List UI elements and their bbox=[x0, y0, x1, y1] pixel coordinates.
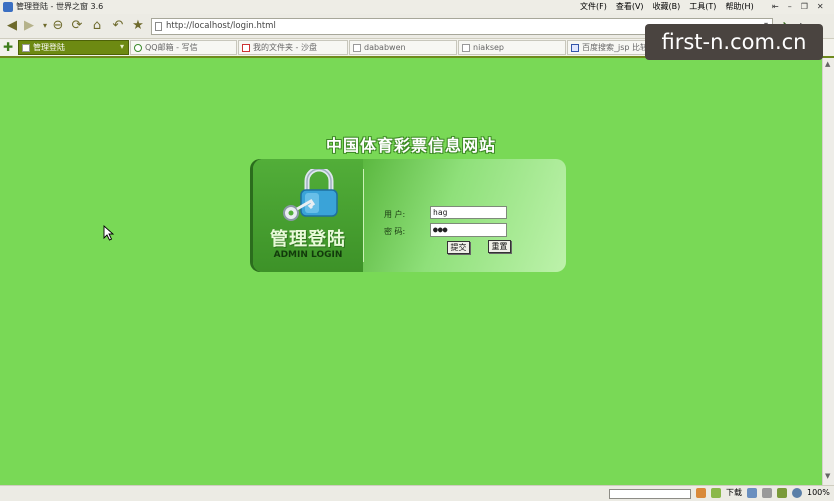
menu-tools[interactable]: 工具(T) bbox=[689, 1, 716, 13]
window-title: 管理登陆 - 世界之窗 3.6 bbox=[16, 2, 104, 11]
admin-login-title: 管理登陆 bbox=[270, 229, 346, 250]
admin-login-badge: 管理登陆 ADMIN LOGIN bbox=[253, 159, 363, 272]
back-arrow-icon[interactable]: ◀ bbox=[4, 18, 20, 34]
reset-button[interactable]: 重置 bbox=[488, 240, 511, 253]
page-icon bbox=[462, 44, 470, 52]
load-progress-bar bbox=[609, 489, 691, 499]
baidu-icon bbox=[571, 44, 579, 52]
padlock-key-icon bbox=[283, 169, 338, 221]
address-url[interactable]: http://localhost/login.html bbox=[166, 20, 276, 33]
close-button[interactable]: ✕ bbox=[817, 1, 824, 13]
tab-dababwen[interactable]: dababwen bbox=[349, 40, 457, 55]
toolbox-icon[interactable] bbox=[747, 488, 757, 498]
refresh-icon[interactable]: ⟳ bbox=[69, 18, 85, 34]
page-icon bbox=[353, 44, 361, 52]
tab-label: 管理登陆 bbox=[33, 43, 65, 52]
username-label: 用 户: bbox=[384, 210, 406, 219]
mouse-pointer-icon bbox=[103, 225, 115, 241]
tab-label: 我的文件夹 - 沙盘 bbox=[253, 43, 317, 52]
panel-divider bbox=[363, 169, 364, 262]
menu-view[interactable]: 查看(V) bbox=[616, 1, 644, 13]
favorites-star-icon[interactable]: ★ bbox=[130, 18, 146, 34]
menu-bar: 文件(F) 查看(V) 收藏(B) 工具(T) 帮助(H) bbox=[580, 1, 754, 13]
tab-label: dababwen bbox=[364, 43, 406, 52]
page-icon bbox=[22, 44, 30, 52]
scroll-down-icon[interactable]: ▼ bbox=[825, 472, 830, 480]
menu-help[interactable]: 帮助(H) bbox=[725, 1, 753, 13]
screenshot-icon[interactable] bbox=[762, 488, 772, 498]
title-bar: 管理登陆 - 世界之窗 3.6 文件(F) 查看(V) 收藏(B) 工具(T) … bbox=[0, 0, 834, 14]
undo-close-icon[interactable]: ↶ bbox=[110, 18, 126, 34]
folder-icon bbox=[242, 44, 250, 52]
tab-niaksep[interactable]: niaksep bbox=[458, 40, 566, 55]
restore-button[interactable]: ❐ bbox=[801, 1, 808, 13]
browser-app-icon bbox=[3, 2, 13, 12]
tab-close-icon[interactable]: ▾ bbox=[120, 42, 124, 51]
stop-icon[interactable]: ⊖ bbox=[50, 18, 66, 34]
page-icon bbox=[155, 22, 162, 31]
new-tab-plus-icon[interactable]: ✚ bbox=[2, 41, 14, 53]
admin-login-subtitle: ADMIN LOGIN bbox=[273, 250, 343, 260]
pin-icon[interactable]: ⇤ bbox=[772, 1, 779, 13]
status-icons: 下载 100% ▾ bbox=[696, 487, 834, 499]
tab-label: niaksep bbox=[473, 43, 504, 52]
menu-file[interactable]: 文件(F) bbox=[580, 1, 607, 13]
home-icon[interactable]: ⌂ bbox=[89, 18, 105, 34]
vertical-scrollbar[interactable]: ▲ ▼ bbox=[822, 58, 834, 485]
qq-icon bbox=[134, 44, 142, 52]
password-label: 密 码: bbox=[384, 227, 406, 236]
download-label[interactable]: 下载 bbox=[726, 487, 742, 499]
login-panel: 管理登陆 ADMIN LOGIN 用 户: hag 密 码: ●●● 提交 重置 bbox=[253, 159, 566, 272]
tab-qq-mail[interactable]: QQ邮箱 - 写信 bbox=[130, 40, 237, 55]
password-input[interactable]: ●●● bbox=[430, 223, 507, 237]
submit-button[interactable]: 提交 bbox=[447, 241, 470, 254]
site-title: 中国体育彩票信息网站 bbox=[325, 136, 496, 155]
username-input[interactable]: hag bbox=[430, 206, 507, 219]
minimize-button[interactable]: – bbox=[788, 1, 792, 13]
download-arrow-icon[interactable] bbox=[711, 488, 721, 498]
volume-icon[interactable] bbox=[777, 488, 787, 498]
image-toggle-icon[interactable] bbox=[696, 488, 706, 498]
tab-admin-login[interactable]: 管理登陆 ▾ bbox=[18, 40, 129, 55]
status-bar: 下载 100% ▾ bbox=[0, 485, 834, 501]
scroll-up-icon[interactable]: ▲ bbox=[825, 60, 830, 68]
tab-folder[interactable]: 我的文件夹 - 沙盘 bbox=[238, 40, 348, 55]
watermark: first-n.com.cn bbox=[645, 24, 823, 60]
menu-favorites[interactable]: 收藏(B) bbox=[653, 1, 681, 13]
forward-arrow-icon[interactable]: ▶ bbox=[21, 18, 37, 34]
zoom-level[interactable]: 100% bbox=[807, 487, 830, 499]
zoom-icon[interactable] bbox=[792, 488, 802, 498]
tab-label: QQ邮箱 - 写信 bbox=[145, 43, 198, 52]
window-controls: ⇤ – ❐ ✕ bbox=[772, 1, 824, 13]
